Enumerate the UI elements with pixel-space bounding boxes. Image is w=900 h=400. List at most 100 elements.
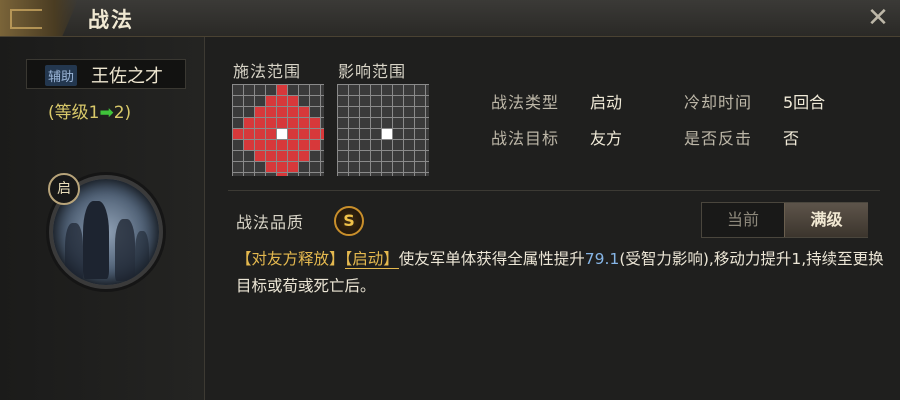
grid-cell bbox=[382, 96, 392, 106]
effect-range-label: 影响范围 bbox=[338, 62, 407, 81]
grid-cell bbox=[426, 96, 429, 106]
tab-current[interactable]: 当前 bbox=[702, 203, 784, 237]
grid-cell bbox=[233, 173, 243, 176]
grid-cell bbox=[393, 96, 403, 106]
grid-cell bbox=[321, 140, 324, 150]
grid-cell bbox=[415, 85, 425, 95]
arrow-right-icon: ➡ bbox=[99, 103, 114, 123]
skill-summary-panel: 辅助 王佐之才 (等级1➡2) 启 bbox=[0, 37, 205, 400]
grid-cell bbox=[415, 96, 425, 106]
grid-cell bbox=[426, 129, 429, 139]
grid-cell bbox=[426, 151, 429, 161]
grid-cell bbox=[255, 151, 265, 161]
grid-cell bbox=[360, 151, 370, 161]
grid-cell bbox=[255, 85, 265, 95]
grid-cell bbox=[244, 140, 254, 150]
grid-cell bbox=[349, 162, 359, 172]
grid-cell bbox=[244, 173, 254, 176]
grid-cell bbox=[310, 85, 320, 95]
grid-cell bbox=[288, 85, 298, 95]
grid-cell bbox=[277, 151, 287, 161]
grid-cell bbox=[266, 85, 276, 95]
grid-cell bbox=[404, 107, 414, 117]
grid-cell bbox=[404, 85, 414, 95]
grid-cell bbox=[349, 118, 359, 128]
grid-cell bbox=[266, 162, 276, 172]
grid-cell bbox=[415, 140, 425, 150]
grid-cell bbox=[426, 162, 429, 172]
grid-cell bbox=[338, 162, 348, 172]
cooldown-value: 5回合 bbox=[783, 93, 826, 112]
grid-cell bbox=[255, 96, 265, 106]
grid-cell bbox=[321, 107, 324, 117]
grid-cell bbox=[310, 118, 320, 128]
grid-cell bbox=[349, 96, 359, 106]
grid-cell bbox=[266, 96, 276, 106]
grid-cell bbox=[255, 118, 265, 128]
grid-cell bbox=[426, 107, 429, 117]
grid-cell bbox=[338, 140, 348, 150]
grid-cell bbox=[244, 118, 254, 128]
grid-cell bbox=[233, 85, 243, 95]
grid-cell bbox=[277, 96, 287, 106]
grid-cell bbox=[338, 173, 348, 176]
grid-cell bbox=[393, 129, 403, 139]
grid-cell bbox=[288, 162, 298, 172]
grid-cell bbox=[299, 85, 309, 95]
s-quality-badge: S bbox=[334, 206, 364, 236]
grid-cell bbox=[393, 151, 403, 161]
grid-cell bbox=[277, 162, 287, 172]
grid-cell bbox=[299, 173, 309, 176]
grid-cell bbox=[338, 85, 348, 95]
skill-type-label: 战法类型 bbox=[491, 93, 560, 112]
grid-cell bbox=[349, 151, 359, 161]
grid-cell bbox=[382, 151, 392, 161]
grid-cell bbox=[338, 129, 348, 139]
grid-cell bbox=[288, 129, 298, 139]
grid-cell bbox=[415, 162, 425, 172]
grid-cell bbox=[233, 162, 243, 172]
grid-cell bbox=[404, 140, 414, 150]
grid-cell bbox=[321, 118, 324, 128]
grid-cell bbox=[310, 129, 320, 139]
skill-name-box: 辅助 王佐之才 bbox=[26, 59, 186, 89]
grid-cell bbox=[415, 107, 425, 117]
grid-cell bbox=[338, 118, 348, 128]
grid-cell bbox=[277, 129, 287, 139]
grid-cell bbox=[349, 129, 359, 139]
grid-cell bbox=[338, 151, 348, 161]
grid-cell bbox=[426, 85, 429, 95]
grid-cell bbox=[382, 162, 392, 172]
close-icon[interactable]: ✕ bbox=[864, 4, 892, 32]
grid-cell bbox=[360, 129, 370, 139]
grid-cell bbox=[360, 85, 370, 95]
grid-cell bbox=[393, 162, 403, 172]
grid-cell bbox=[233, 118, 243, 128]
window-title: 战法 bbox=[88, 8, 134, 32]
grid-cell bbox=[310, 107, 320, 117]
grid-cell bbox=[310, 151, 320, 161]
grid-cell bbox=[288, 118, 298, 128]
grid-cell bbox=[321, 162, 324, 172]
grid-cell bbox=[310, 140, 320, 150]
grid-cell bbox=[382, 173, 392, 176]
effect-range-grid bbox=[337, 84, 429, 176]
grid-cell bbox=[404, 173, 414, 176]
grid-cell bbox=[393, 107, 403, 117]
grid-cell bbox=[277, 118, 287, 128]
grid-cell bbox=[426, 118, 429, 128]
title-bar: 战法 ✕ bbox=[0, 0, 900, 37]
grid-cell bbox=[277, 173, 287, 176]
grid-cell bbox=[382, 118, 392, 128]
grid-cell bbox=[404, 151, 414, 161]
grid-cell bbox=[321, 129, 324, 139]
grid-cell bbox=[349, 140, 359, 150]
cooldown-label: 冷却时间 bbox=[684, 93, 753, 112]
skill-target-label: 战法目标 bbox=[491, 129, 560, 148]
grid-cell bbox=[288, 140, 298, 150]
grid-cell bbox=[266, 118, 276, 128]
tab-max-level[interactable]: 满级 bbox=[784, 203, 868, 237]
grid-cell bbox=[277, 140, 287, 150]
grid-cell bbox=[415, 129, 425, 139]
grid-cell bbox=[360, 118, 370, 128]
